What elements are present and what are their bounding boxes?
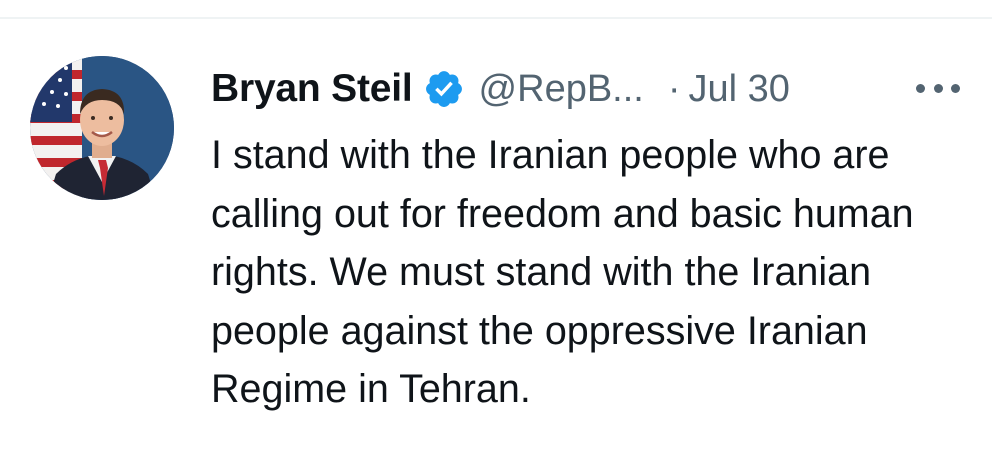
avatar[interactable] — [30, 56, 174, 200]
tweet-text: I stand with the Iranian people who are … — [211, 133, 914, 411]
author-handle[interactable]: @RepB... — [479, 68, 644, 111]
more-dot — [933, 83, 943, 93]
author-name[interactable]: Bryan Steil — [211, 67, 413, 111]
tweet-date[interactable]: Jul 30 — [689, 68, 790, 111]
more-horizontal-icon[interactable] — [916, 68, 960, 108]
more-dot — [916, 83, 925, 93]
more-dot — [951, 83, 960, 93]
top-divider — [0, 17, 992, 19]
verified-badge-icon — [425, 71, 462, 107]
avatar-photo — [30, 56, 174, 200]
tweet-header: Bryan Steil @RepB... · Jul 30 — [211, 62, 972, 116]
separator-dot: · — [667, 67, 681, 110]
